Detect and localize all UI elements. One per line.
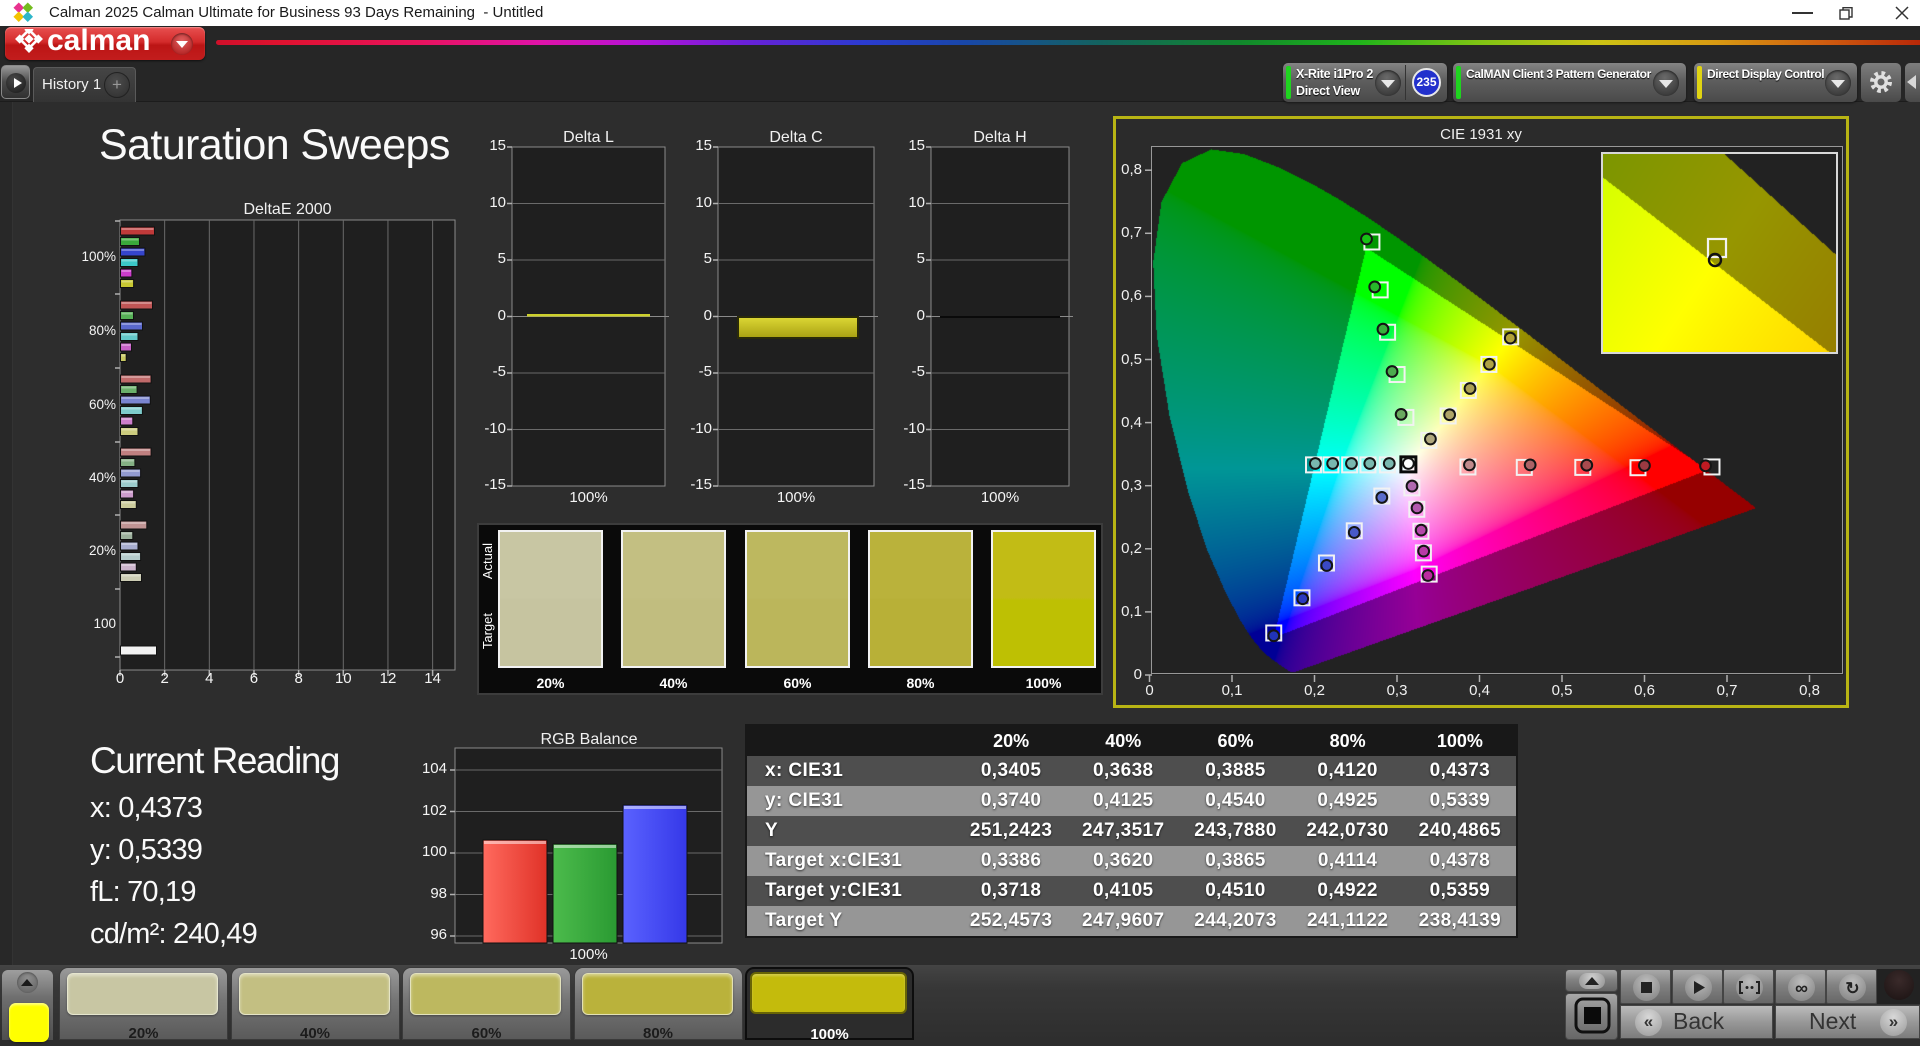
svg-text:∞: ∞ — [1795, 978, 1808, 998]
svg-text:↻: ↻ — [1845, 979, 1859, 998]
